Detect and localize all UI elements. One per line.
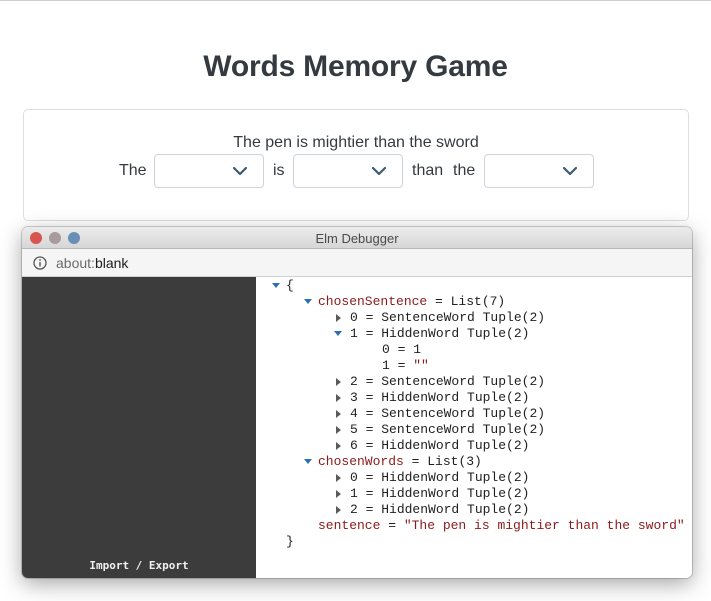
info-icon[interactable] — [33, 256, 47, 270]
item-value: SentenceWord Tuple(2) — [381, 422, 546, 437]
item-index: 5 — [350, 422, 358, 437]
triangle-right-icon[interactable] — [336, 410, 341, 418]
list-item[interactable]: 5 = SentenceWord Tuple(2) — [350, 422, 545, 438]
address-scheme: about: — [56, 255, 95, 271]
item-value: 1 — [413, 342, 422, 357]
list-item[interactable]: 0 = HiddenWord Tuple(2) — [350, 470, 529, 486]
word-select-2[interactable] — [293, 154, 403, 188]
field-value: List(3) — [427, 454, 482, 469]
word-select-3[interactable] — [484, 154, 594, 188]
item-index: 2 — [350, 502, 358, 517]
window-titlebar[interactable]: Elm Debugger — [22, 227, 692, 249]
sentence-word-is: is — [273, 162, 285, 179]
page-title: Words Memory Game — [203, 50, 508, 83]
nested-item: 1 = "" — [382, 358, 429, 373]
address-text: about:blank — [56, 255, 128, 271]
triangle-right-icon[interactable] — [336, 378, 341, 386]
triangle-right-icon[interactable] — [336, 474, 341, 482]
item-value: SentenceWord Tuple(2) — [381, 310, 546, 325]
triangle-right-icon[interactable] — [336, 394, 341, 402]
field-value: List(7) — [450, 294, 506, 309]
list-item[interactable]: 3 = HiddenWord Tuple(2) — [350, 390, 529, 406]
list-item[interactable]: 1 = HiddenWord Tuple(2) — [350, 326, 529, 342]
item-value: HiddenWord Tuple(2) — [381, 438, 530, 453]
root-open-brace: { — [286, 278, 294, 293]
triangle-right-icon[interactable] — [336, 426, 341, 434]
triangle-down-icon[interactable] — [304, 299, 312, 304]
item-value: SentenceWord Tuple(2) — [381, 374, 546, 389]
item-index: 0 — [350, 470, 358, 485]
model-view: { chosenSentence = List(7) 0 = SentenceW… — [256, 277, 692, 578]
root-close-brace: } — [286, 534, 294, 549]
nested-item: 0 = 1 — [382, 342, 422, 357]
sentence-word-the-2: the — [453, 162, 476, 179]
item-value: HiddenWord Tuple(2) — [381, 326, 530, 341]
item-value: HiddenWord Tuple(2) — [381, 502, 530, 517]
sentence-word-than: than — [412, 162, 444, 179]
item-value: HiddenWord Tuple(2) — [381, 390, 530, 405]
list-item[interactable]: 6 = HiddenWord Tuple(2) — [350, 438, 529, 454]
item-value: HiddenWord Tuple(2) — [381, 470, 530, 485]
list-item[interactable]: 0 = SentenceWord Tuple(2) — [350, 310, 545, 326]
field-key: sentence — [318, 518, 381, 533]
item-index: 0 — [382, 342, 390, 357]
address-bar[interactable]: about:blank — [22, 249, 692, 277]
list-item[interactable]: 2 = SentenceWord Tuple(2) — [350, 374, 545, 390]
triangle-down-icon[interactable] — [304, 459, 312, 464]
field-chosenSentence[interactable]: chosenSentence = List(7) — [318, 294, 505, 310]
item-value: SentenceWord Tuple(2) — [381, 406, 546, 421]
field-key: chosenWords — [318, 454, 404, 469]
item-index: 1 — [350, 486, 358, 501]
item-index: 2 — [350, 374, 358, 389]
address-host: blank — [94, 255, 129, 271]
triangle-down-icon[interactable] — [334, 331, 342, 336]
triangle-right-icon[interactable] — [336, 442, 341, 450]
import-export-button[interactable]: Import / Export — [22, 559, 256, 572]
list-item[interactable]: 1 = HiddenWord Tuple(2) — [350, 486, 529, 502]
field-sentence: sentence = "The pen is mightier than the… — [318, 518, 685, 533]
field-chosenWords[interactable]: chosenWords = List(3) — [318, 454, 482, 470]
top-divider — [0, 0, 711, 1]
word-select-1[interactable] — [154, 154, 264, 188]
window-title: Elm Debugger — [315, 231, 399, 246]
item-index: 4 — [350, 406, 358, 421]
item-index: 1 — [350, 326, 358, 341]
item-index: 0 — [350, 310, 358, 325]
item-index: 3 — [350, 390, 358, 405]
chevron-down-icon — [563, 166, 577, 176]
triangle-right-icon[interactable] — [336, 506, 341, 514]
chevron-down-icon — [233, 166, 247, 176]
list-item[interactable]: 4 = SentenceWord Tuple(2) — [350, 406, 545, 422]
item-value: HiddenWord Tuple(2) — [381, 486, 530, 501]
triangle-right-icon[interactable] — [336, 314, 341, 322]
item-index: 6 — [350, 438, 358, 453]
sentence-word-the: The — [119, 162, 147, 179]
debugger-sidebar: Import / Export — [22, 277, 256, 578]
list-item[interactable]: 2 = HiddenWord Tuple(2) — [350, 502, 529, 518]
item-index: 1 — [382, 358, 390, 373]
elm-debugger-window: Elm Debugger about:blank Import / Export… — [22, 227, 692, 578]
game-card: The pen is mightier than the sword The i… — [23, 109, 689, 221]
item-value: "" — [413, 358, 429, 373]
target-sentence: The pen is mightier than the sword — [233, 134, 479, 151]
field-value: "The pen is mightier than the sword" — [403, 518, 685, 533]
triangle-right-icon[interactable] — [336, 490, 341, 498]
field-key: chosenSentence — [318, 294, 428, 309]
chevron-down-icon — [372, 166, 386, 176]
triangle-down-icon[interactable] — [272, 283, 280, 288]
